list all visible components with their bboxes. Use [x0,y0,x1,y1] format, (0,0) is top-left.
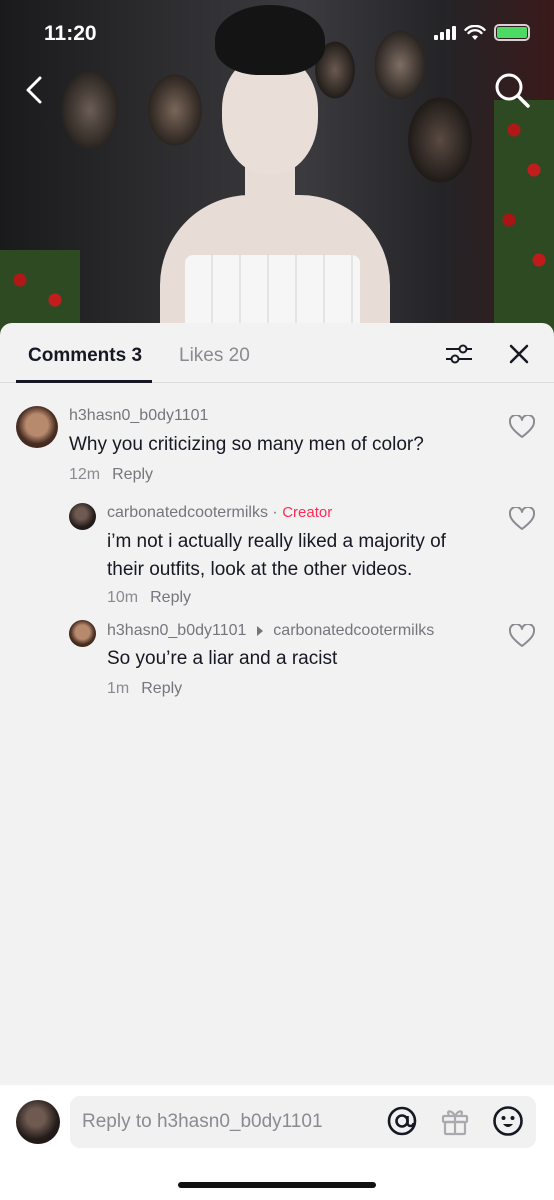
reply-username: carbonatedcootermilks · Creator [107,504,332,522]
gift-icon[interactable] [439,1105,471,1137]
signal-icon [434,25,456,40]
reply-text[interactable]: i’m not i actually really liked a majori… [107,528,446,584]
reply-meta: 1m Reply [107,680,182,698]
emoji-icon[interactable] [492,1105,524,1137]
heart-icon[interactable] [509,507,535,531]
wifi-icon [464,24,486,40]
reply-time: 1m [107,680,130,697]
reply-text-line: i’m not i actually really liked a majori… [107,531,446,552]
status-time: 11:20 [44,22,97,45]
creator-badge: Creator [282,504,333,521]
heart-icon[interactable] [509,415,535,439]
avatar[interactable] [16,406,58,448]
comments-tabs: Comments 3 Likes 20 [0,323,554,383]
reply-time: 10m [107,589,139,606]
reply-button[interactable]: Reply [141,680,182,697]
search-icon[interactable] [492,70,532,110]
status-bar: 11:20 [0,0,554,62]
reply-author[interactable]: h3hasn0_b0dy1101 [107,622,246,639]
roses-decoration [494,100,554,340]
reply-username: h3hasn0_b0dy1101 carbonatedcootermilks [107,622,434,640]
reply-text-line: their outfits, look at the other videos. [107,559,413,580]
reply-button[interactable]: Reply [112,466,153,483]
home-indicator [178,1182,376,1188]
reply-author[interactable]: carbonatedcootermilks [107,504,268,521]
reply-button[interactable]: Reply [150,589,191,606]
battery-icon [494,24,530,41]
mention-icon[interactable] [386,1105,418,1137]
comment-time: 12m [69,466,101,483]
heart-icon[interactable] [509,624,535,648]
reply-meta: 10m Reply [107,589,191,607]
avatar[interactable] [69,620,96,647]
comment-username[interactable]: h3hasn0_b0dy1101 [69,407,208,425]
comment-text[interactable]: Why you criticizing so many men of color… [69,431,424,459]
separator-dot: · [272,504,278,521]
close-icon[interactable] [506,341,532,367]
tab-comments[interactable]: Comments 3 [28,345,142,367]
chevron-left-icon[interactable] [20,70,50,110]
tab-active-indicator [16,380,152,383]
reply-to-username[interactable]: carbonatedcootermilks [273,622,434,639]
avatar[interactable] [69,503,96,530]
caret-right-icon [256,625,263,636]
filter-icon[interactable] [444,341,474,367]
avatar [16,1100,60,1144]
comment-meta: 12m Reply [69,466,153,484]
reply-text[interactable]: So you’re a liar and a racist [107,645,337,673]
comments-sheet: Comments 3 Likes 20 h3hasn0_b0dy1101 Why… [0,323,554,1200]
tab-likes[interactable]: Likes 20 [179,345,250,367]
status-icons [434,24,530,41]
